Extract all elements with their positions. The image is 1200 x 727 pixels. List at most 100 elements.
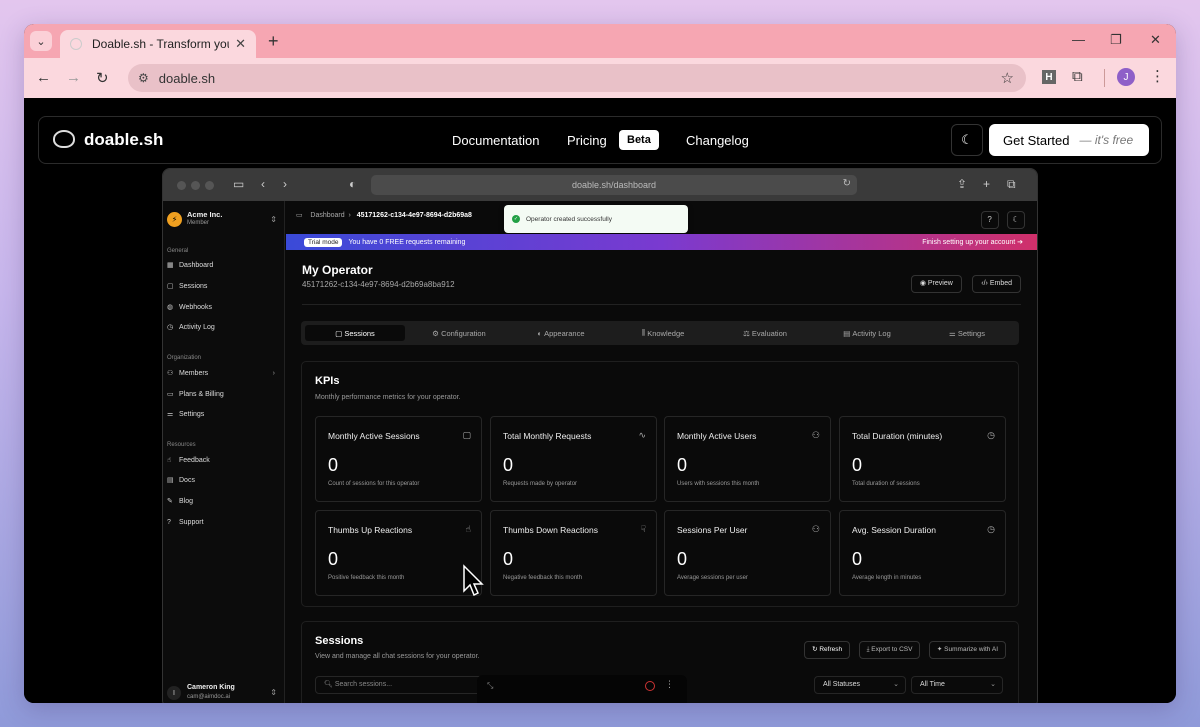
collapse-icon[interactable]: ⤡ xyxy=(487,681,493,691)
kpi-desc: Count of sessions for this operator xyxy=(328,481,420,487)
get-started-button[interactable]: Get Started — it's free xyxy=(989,124,1149,156)
browser-tab[interactable]: Doable.sh - Transform your web ✕ xyxy=(60,30,256,58)
breadcrumb-current: 45171262-c134-4e97-8694-d2b69a8 xyxy=(356,212,472,219)
sidebar-item-docs[interactable]: ▤ Docs xyxy=(167,473,279,487)
sidebar-item-dashboard[interactable]: ▦ Dashboard xyxy=(167,258,279,272)
kpi-card-total-monthly-requests: Total Monthly Requests ∿ 0 Requests made… xyxy=(490,416,657,502)
window-close-icon[interactable]: ✕ xyxy=(1150,32,1161,48)
user-name: Cameron King xyxy=(187,684,235,691)
kpi-value: 0 xyxy=(677,455,688,475)
operator-id: 45171262-c134-4e97-8694-d2b69a8ba912 xyxy=(302,280,455,289)
extensions-puzzle-icon[interactable]: ⧉ xyxy=(1072,68,1083,85)
minimize-icon[interactable]: — xyxy=(1072,32,1085,47)
search-input[interactable]: 🔍︎ Search sessions... xyxy=(315,676,495,694)
profile-avatar[interactable]: J xyxy=(1117,68,1135,86)
kpi-label: Total Monthly Requests xyxy=(503,431,592,441)
refresh-button[interactable]: ↻ Refresh xyxy=(804,641,851,659)
dashboard-main: ▭ Dashboard › 45171262-c134-4e97-8694-d2… xyxy=(286,201,1037,703)
sidebar-item-activity-log[interactable]: ◷ Activity Log xyxy=(167,320,279,334)
sidebar-toggle-icon: ▭ xyxy=(233,177,245,191)
tab-search-chevron-icon[interactable]: ⌄ xyxy=(30,31,52,51)
sidebar-item-feedback[interactable]: ☝ Feedback xyxy=(167,453,279,467)
globe-icon: ◍ xyxy=(167,304,174,311)
embed-button[interactable]: ‹/› Embed xyxy=(972,275,1021,293)
sidebar-item-members[interactable]: ⚇ Members › xyxy=(167,366,279,380)
moon-icon[interactable]: ☾ xyxy=(1007,211,1025,229)
tab-configuration[interactable]: ⚙ Configuration xyxy=(409,325,509,341)
sliders-icon: ⚌ xyxy=(167,411,174,418)
kpi-label: Avg. Session Duration xyxy=(852,525,936,535)
theme-toggle-moon-icon[interactable]: ☾ xyxy=(951,124,983,156)
finish-setup-link[interactable]: Finish setting up your account ➔ xyxy=(922,238,1023,246)
tab-evaluation[interactable]: ⚖ Evaluation xyxy=(715,325,815,341)
tab-knowledge[interactable]: ⫼ Knowledge xyxy=(613,325,713,341)
user-menu[interactable]: I Cameron King cam@aimdoc.ai ⇕ xyxy=(167,683,279,703)
omnibox[interactable]: ⚙ doable.sh ☆ xyxy=(128,64,1026,92)
tab-appearance[interactable]: ◐ Appearance xyxy=(511,325,611,341)
trial-text: You have 0 FREE requests remaining xyxy=(348,238,466,246)
summarize-ai-button[interactable]: ✦ Summarize with AI xyxy=(928,641,1006,659)
export-csv-button[interactable]: ⤓ Export to CSV xyxy=(858,641,921,659)
sidebar-item-sessions[interactable]: ▢ Sessions xyxy=(167,279,279,293)
reload-icon[interactable]: ↻ xyxy=(96,69,109,87)
tab-sessions[interactable]: ▢ Sessions xyxy=(305,325,405,341)
tab-strip: ⌄ Doable.sh - Transform your web ✕ + — ❐… xyxy=(24,24,1176,58)
preview-button[interactable]: ◉ Preview xyxy=(910,275,962,293)
extension-h-icon[interactable]: H xyxy=(1042,70,1056,84)
omnibox-url: doable.sh xyxy=(158,70,216,86)
sidebar-item-plans-billing[interactable]: ▭ Plans & Billing xyxy=(167,387,279,401)
record-icon[interactable] xyxy=(645,681,655,691)
kpi-label: Thumbs Up Reactions xyxy=(328,525,413,535)
toolbar-separator xyxy=(1104,69,1105,87)
sessions-title: Sessions xyxy=(315,635,364,647)
nav-pricing[interactable]: Pricing xyxy=(567,133,607,148)
user-email: cam@aimdoc.ai xyxy=(187,694,231,700)
org-switcher[interactable]: ⚡ Acme Inc. Member ⇕ xyxy=(167,209,277,231)
kpi-card-thumbs-up: Thumbs Up Reactions ☝ 0 Positive feedbac… xyxy=(315,510,482,596)
maximize-icon[interactable]: ❐ xyxy=(1110,32,1122,48)
grid-icon: ▦ xyxy=(167,262,174,269)
thumbs-down-icon: ☟ xyxy=(640,524,646,534)
kpi-title: KPIs xyxy=(315,375,340,387)
tab-activity-log[interactable]: ▤ Activity Log xyxy=(817,325,917,341)
tab-close-icon[interactable]: ✕ xyxy=(235,36,246,52)
doable-logo-icon[interactable] xyxy=(53,130,75,148)
bookmark-star-icon[interactable]: ☆ xyxy=(1001,69,1014,87)
divider xyxy=(302,304,1021,305)
kpi-desc: Total duration of sessions xyxy=(852,481,920,487)
tab-settings[interactable]: ⚌ Settings xyxy=(919,325,1015,341)
new-tab-icon[interactable]: + xyxy=(268,31,279,52)
sidebar-item-support[interactable]: ? Support xyxy=(167,515,279,529)
operator-tabs: ▢ Sessions ⚙ Configuration ◐ Appearance … xyxy=(301,321,1019,345)
kpi-desc: Average sessions per user xyxy=(677,575,748,581)
mock-url-bar: doable.sh/dashboard ↻ xyxy=(371,175,857,195)
dashboard-app: ⚡ Acme Inc. Member ⇕ General ▦ Dashboard … xyxy=(163,201,1037,703)
toast-message: Operator created successfully xyxy=(526,215,612,223)
org-role: Member xyxy=(187,220,210,226)
nav-documentation[interactable]: Documentation xyxy=(452,133,539,148)
kpi-desc: Users with sessions this month xyxy=(677,481,760,487)
panel-toggle-icon[interactable]: ▭ xyxy=(296,212,303,219)
nav-changelog[interactable]: Changelog xyxy=(686,133,749,148)
forward-icon[interactable]: → xyxy=(66,69,81,86)
site-info-icon[interactable]: ⚙ xyxy=(138,71,149,85)
sidebar-item-blog[interactable]: ✎ Blog xyxy=(167,494,279,508)
site-logo[interactable]: doable.sh xyxy=(84,130,163,150)
kpi-card-sessions-per-user: Sessions Per User ⚇ 0 Average sessions p… xyxy=(664,510,831,596)
status-filter-select[interactable]: All Statuses ⌄ xyxy=(814,676,906,694)
tab-title: Doable.sh - Transform your web xyxy=(92,37,229,51)
sidebar-item-settings[interactable]: ⚌ Settings xyxy=(167,407,279,421)
browser-menu-icon[interactable]: ⋮ xyxy=(1150,67,1165,85)
mock-forward-icon: › xyxy=(283,177,287,191)
breadcrumb-root[interactable]: Dashboard xyxy=(310,212,344,219)
back-icon[interactable]: ← xyxy=(36,69,51,86)
help-icon[interactable]: ? xyxy=(980,211,999,229)
sidebar-section-organization: Organization xyxy=(167,355,202,361)
card-icon: ▭ xyxy=(167,391,174,398)
chat-icon: ▢ xyxy=(462,430,471,440)
sidebar-item-webhooks[interactable]: ◍ Webhooks xyxy=(167,300,279,314)
mouse-cursor-icon xyxy=(463,564,484,597)
time-filter-select[interactable]: All Time ⌄ xyxy=(911,676,1003,694)
more-icon[interactable]: ⋮ xyxy=(665,679,674,690)
kpi-desc: Requests made by operator xyxy=(503,481,578,487)
